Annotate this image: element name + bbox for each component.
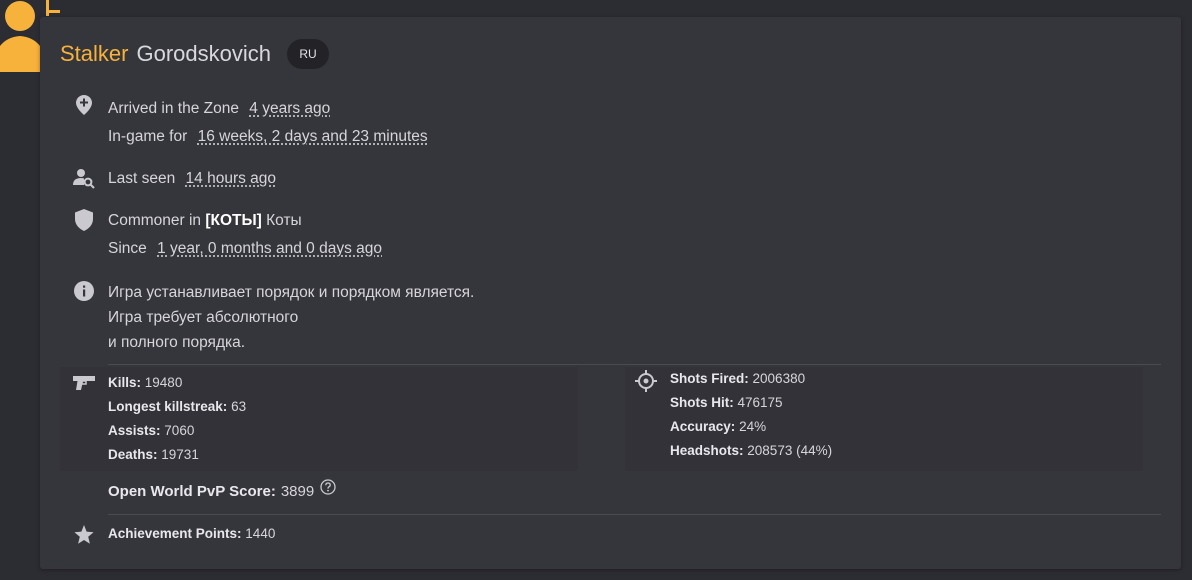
player-first-name: Stalker	[60, 41, 129, 66]
star-icon	[73, 522, 95, 544]
player-last-name: Gorodskovich	[136, 41, 271, 66]
shots-fired-value: 2006380	[752, 371, 806, 386]
shooting-stats: Shots Fired: 2006380 Shots Hit: 476175 A…	[635, 367, 832, 463]
achievement-points-label: Achievement Points:	[108, 526, 242, 541]
pvp-score: Open World PvP Score: 3899	[108, 478, 336, 500]
region-badge[interactable]: RU	[287, 39, 329, 69]
ingame-label: In-game for	[108, 128, 188, 145]
divider	[108, 364, 1161, 365]
clan-row: Commoner in [КОТЫ] Коты Since 1 year, 0 …	[73, 207, 382, 263]
last-seen-value[interactable]: 14 hours ago	[186, 170, 277, 187]
last-seen-row: Last seen 14 hours ago	[73, 165, 276, 193]
location-plus-icon	[73, 95, 95, 117]
clan-name[interactable]: Коты	[266, 212, 302, 229]
shield-icon	[73, 207, 95, 231]
achievement-points-value: 1440	[245, 526, 276, 541]
kills-label: Kills:	[108, 375, 142, 390]
clan-since-label: Since	[108, 240, 147, 257]
deaths-label: Deaths:	[108, 447, 158, 462]
pvp-score-value: 3899	[280, 483, 315, 500]
help-circle-icon[interactable]	[320, 478, 336, 499]
about-line: Игра требует абсолютного	[108, 309, 299, 326]
ingame-value[interactable]: 16 weeks, 2 days and 23 minutes	[198, 128, 428, 145]
assists-label: Assists:	[108, 423, 161, 438]
profile-header: Stalker Gorodskovich RU	[60, 39, 329, 69]
shots-hit-value: 476175	[737, 395, 783, 410]
user-search-icon	[73, 165, 95, 189]
headshots-value: 208573 (44%)	[747, 443, 833, 458]
shots-fired-label: Shots Fired:	[670, 371, 749, 386]
last-seen-label: Last seen	[108, 170, 176, 187]
clan-tag[interactable]: [КОТЫ]	[205, 212, 261, 229]
info-icon	[73, 280, 95, 302]
arrived-value[interactable]: 4 years ago	[249, 100, 330, 117]
arrived-label: Arrived in the Zone	[108, 100, 239, 117]
profile-card: Stalker Gorodskovich RU Arrived in the Z…	[40, 17, 1181, 569]
about-text: Игра устанавливает порядок и порядком яв…	[108, 280, 474, 355]
about-line: Игра устанавливает порядок и порядком яв…	[108, 284, 475, 301]
accuracy-label: Accuracy:	[670, 419, 736, 434]
deaths-value: 19731	[161, 447, 199, 462]
gun-icon	[73, 371, 95, 393]
divider	[108, 514, 1161, 515]
shots-hit-label: Shots Hit:	[670, 395, 734, 410]
crosshair-icon	[635, 367, 657, 392]
arrived-row: Arrived in the Zone 4 years ago In-game …	[73, 95, 428, 151]
clan-since-value[interactable]: 1 year, 0 months and 0 days ago	[157, 240, 382, 257]
about-row: Игра устанавливает порядок и порядком яв…	[73, 280, 474, 355]
achievements-row: Achievement Points: 1440	[73, 522, 275, 546]
headshots-label: Headshots:	[670, 443, 744, 458]
streak-value: 63	[231, 399, 247, 414]
pvp-score-label: Open World PvP Score:	[108, 483, 276, 500]
accuracy-value: 24%	[739, 419, 767, 434]
clan-rank: Commoner in	[108, 212, 202, 229]
assists-value: 7060	[164, 423, 195, 438]
streak-label: Longest killstreak:	[108, 399, 228, 414]
combat-stats: Kills: 19480 Longest killstreak: 63 Assi…	[73, 371, 246, 467]
about-line: и полного порядка.	[108, 334, 246, 351]
kills-value: 19480	[144, 375, 183, 390]
